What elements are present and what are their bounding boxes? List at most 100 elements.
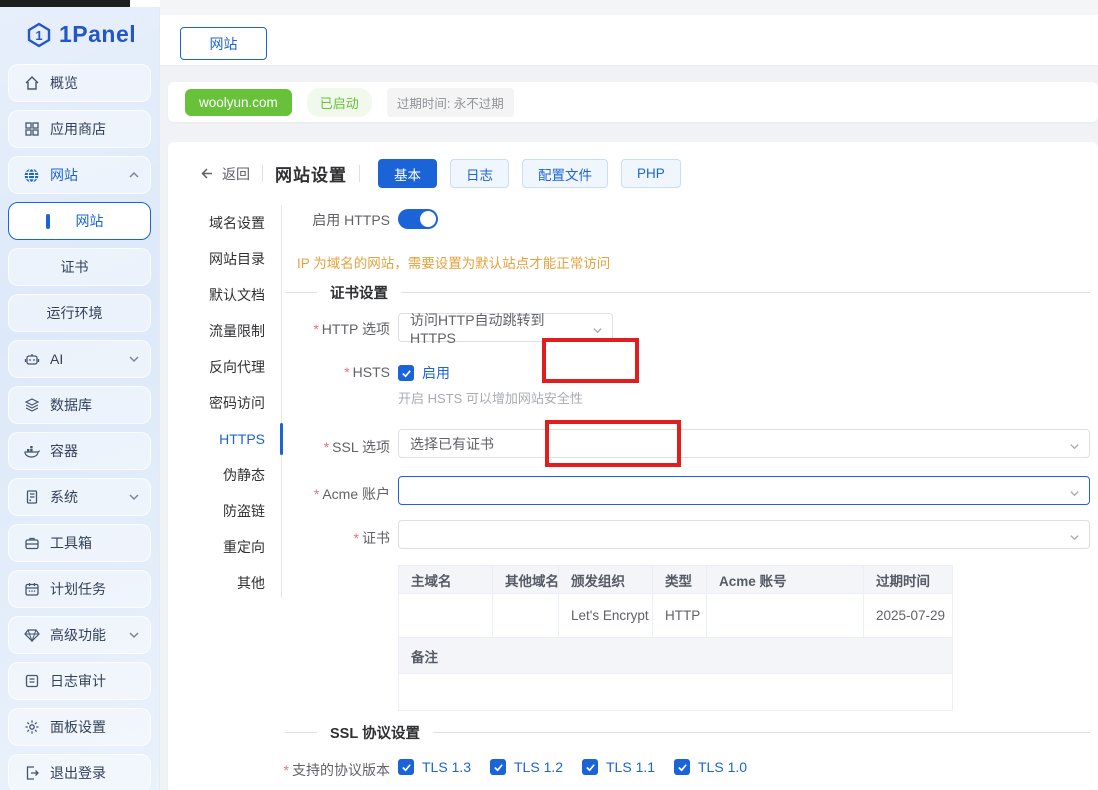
sidebar-item-log-audit[interactable]: 日志审计 xyxy=(8,662,151,700)
checkbox-checked-icon[interactable] xyxy=(398,365,414,381)
sidebar-item-toolbox[interactable]: 工具箱 xyxy=(8,524,151,562)
globe-icon xyxy=(23,167,40,184)
header-divider xyxy=(359,165,360,182)
http-option-label: *HTTP 选项 xyxy=(228,319,390,339)
sidebar-subitem-certificates[interactable]: 证书 xyxy=(8,248,151,286)
tls13-checkbox-label[interactable]: TLS 1.3 xyxy=(422,759,490,775)
svg-text:1: 1 xyxy=(35,28,42,43)
sidebar-item-cron[interactable]: 计划任务 xyxy=(8,570,151,608)
checkbox-checked-icon[interactable] xyxy=(582,759,598,775)
cert-settings-section-title: 证书设置 xyxy=(330,282,388,303)
hsts-enable-checkbox-row: 启用 xyxy=(398,363,450,383)
chevron-down-icon xyxy=(1069,486,1080,502)
col-issuer: 颁发组织 xyxy=(559,566,653,594)
protocol-version-label: *支持的协议版本 xyxy=(228,760,390,780)
tls11-checkbox-label[interactable]: TLS 1.1 xyxy=(606,759,674,775)
logout-icon xyxy=(23,765,40,782)
chevron-up-icon xyxy=(128,169,140,181)
site-status-badge: 已启动 xyxy=(307,88,372,117)
sidebar-item-logout[interactable]: 退出登录 xyxy=(8,754,151,790)
calendar-icon xyxy=(23,581,40,598)
acme-account-label: *Acme 账户 xyxy=(228,484,390,504)
sidebar-subitem-website[interactable]: 网站 xyxy=(8,202,151,240)
subnav-password-access[interactable]: 密码访问 xyxy=(168,385,281,421)
sidebar-item-app-store[interactable]: 应用商店 xyxy=(8,110,151,148)
checkbox-checked-icon[interactable] xyxy=(674,759,690,775)
chevron-down-icon xyxy=(592,323,603,339)
sidebar-item-panel-settings[interactable]: 面板设置 xyxy=(8,708,151,746)
active-indicator-bar xyxy=(46,214,50,229)
col-primary-domain: 主域名 xyxy=(399,566,493,594)
tab-php[interactable]: PHP xyxy=(621,159,681,188)
sidebar-item-overview[interactable]: 概览 xyxy=(8,64,151,102)
cell-primary-domain xyxy=(399,594,493,638)
brand-name: 1Panel xyxy=(59,21,136,48)
grid-icon xyxy=(23,121,40,138)
chevron-down-icon xyxy=(128,491,140,503)
ssl-protocol-section-title: SSL 协议设置 xyxy=(330,722,420,743)
tab-log[interactable]: 日志 xyxy=(450,159,509,188)
remark-header-row: 备注 xyxy=(399,638,953,674)
section-line xyxy=(401,292,1090,293)
certificate-table-header-row: 主域名 其他域名 颁发组织 类型 Acme 账号 过期时间 xyxy=(399,566,953,594)
ip-domain-warning: IP 为域名的网站，需要设置为默认站点才能正常访问 xyxy=(297,252,610,272)
certificate-table: 主域名 其他域名 颁发组织 类型 Acme 账号 过期时间 Let's Encr… xyxy=(398,565,953,711)
col-expire-time: 过期时间 xyxy=(864,566,953,594)
remark-label: 备注 xyxy=(399,638,953,674)
back-label: 返回 xyxy=(222,164,250,184)
sidebar-item-system[interactable]: 系统 xyxy=(8,478,151,516)
settings-tabs: 基本 日志 配置文件 PHP xyxy=(378,159,681,188)
sidebar-item-container[interactable]: 容器 xyxy=(8,432,151,470)
content-area: 网站 woolyun.com 已启动 过期时间: 永不过期 返回 网站设置 基本… xyxy=(160,0,1098,790)
tab-config-file[interactable]: 配置文件 xyxy=(522,159,608,188)
cell-issuer: Let's Encrypt xyxy=(559,594,653,638)
checkbox-checked-icon[interactable] xyxy=(490,759,506,775)
certificate-select[interactable] xyxy=(398,520,1090,549)
back-button[interactable]: 返回 xyxy=(198,164,250,184)
checkbox-checked-icon[interactable] xyxy=(398,759,414,775)
tls10-checkbox-label[interactable]: TLS 1.0 xyxy=(698,759,747,775)
chevron-down-icon xyxy=(1069,439,1080,455)
tls12-checkbox-label[interactable]: TLS 1.2 xyxy=(514,759,582,775)
settings-panel: 返回 网站设置 基本 日志 配置文件 PHP 域名设置 网站目录 默认文档 流量… xyxy=(168,142,1098,790)
database-layers-icon xyxy=(23,397,40,414)
arrow-left-icon xyxy=(198,165,215,182)
sidebar-item-website[interactable]: 网站 xyxy=(8,156,151,194)
workspace-tab-website[interactable]: 网站 xyxy=(180,27,267,60)
tab-basic[interactable]: 基本 xyxy=(378,159,437,188)
window-edge xyxy=(0,0,130,7)
sidebar-item-ai[interactable]: AI xyxy=(8,340,151,378)
acme-account-select[interactable] xyxy=(398,476,1090,505)
workspace-tabbar: 网站 xyxy=(160,15,1098,66)
hsts-checkbox-label[interactable]: 启用 xyxy=(422,363,450,383)
remark-value xyxy=(399,674,953,711)
toggle-knob xyxy=(420,211,436,227)
protocol-checkbox-group: TLS 1.3 TLS 1.2 TLS 1.1 TLS 1.0 xyxy=(398,759,747,775)
subnav-site-directory[interactable]: 网站目录 xyxy=(168,241,281,277)
sidebar-item-advanced[interactable]: 高级功能 xyxy=(8,616,151,654)
https-toggle-switch[interactable] xyxy=(398,209,438,229)
sidebar-item-database[interactable]: 数据库 xyxy=(8,386,151,424)
header-divider xyxy=(262,165,263,182)
subnav-other[interactable]: 其他 xyxy=(168,565,281,601)
subnav-default-document[interactable]: 默认文档 xyxy=(168,277,281,313)
diamond-icon xyxy=(23,627,40,644)
brand-logo[interactable]: 1 1Panel xyxy=(0,7,159,60)
briefcase-icon xyxy=(23,535,40,552)
certificate-label: *证书 xyxy=(228,528,390,548)
sidebar-subitem-runtime[interactable]: 运行环境 xyxy=(8,294,151,332)
server-icon xyxy=(23,489,40,506)
ssl-option-select[interactable]: 选择已有证书 xyxy=(398,429,1090,458)
sidebar-menu: 概览 应用商店 网站 网站 证书 运行环境 A xyxy=(0,60,159,790)
hsts-help-text: 开启 HSTS 可以增加网站安全性 xyxy=(398,388,583,407)
cell-type: HTTP xyxy=(653,594,707,638)
https-toggle-label: 启用 HTTPS xyxy=(228,210,390,230)
certificate-table-row[interactable]: Let's Encrypt HTTP 2025-07-29 xyxy=(399,594,953,638)
ssl-protocol-section-header: SSL 协议设置 xyxy=(285,722,1090,742)
col-other-domains: 其他域名 xyxy=(493,566,559,594)
site-info-bar: woolyun.com 已启动 过期时间: 永不过期 xyxy=(168,82,1098,122)
http-option-select[interactable]: 访问HTTP自动跳转到HTTPS xyxy=(398,313,613,342)
chevron-down-icon xyxy=(128,353,140,365)
robot-icon xyxy=(23,351,40,368)
site-domain-badge[interactable]: woolyun.com xyxy=(185,89,292,116)
